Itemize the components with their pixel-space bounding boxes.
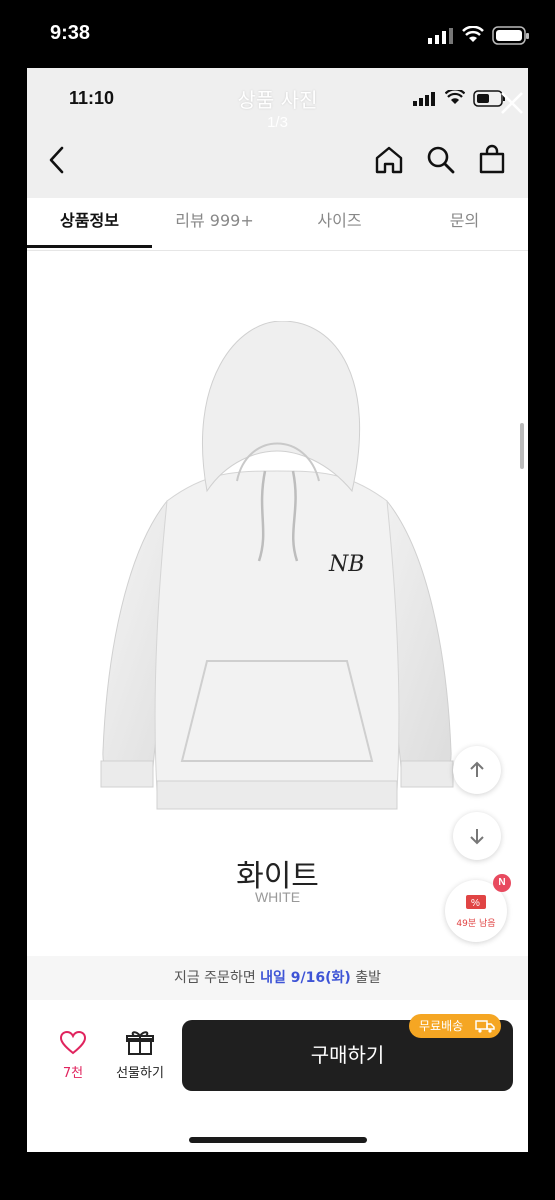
like-count: 7천 — [62, 1066, 84, 1081]
cart-icon[interactable] — [477, 144, 507, 176]
photo-viewer-header: 11:10 상품 사진 1/3 — [27, 68, 528, 198]
inner-wifi-icon — [445, 90, 465, 104]
free-shipping-badge: 무료배송 — [409, 1014, 501, 1038]
svg-text:%: % — [471, 898, 480, 909]
scrollbar[interactable] — [520, 423, 524, 469]
search-icon[interactable] — [425, 144, 457, 176]
photo-counter: 1/3 — [267, 114, 288, 131]
home-indicator[interactable] — [189, 1137, 367, 1143]
product-tabs: 상품정보 리뷰 999+ 사이즈 문의 — [27, 198, 528, 251]
product-image-area: NB 화이트 WHITE — [27, 251, 528, 956]
coupon-icon: % — [466, 895, 486, 909]
home-icon[interactable] — [373, 144, 405, 176]
back-icon[interactable] — [45, 144, 69, 176]
gift-button[interactable]: 선물하기 — [109, 1030, 171, 1081]
like-button[interactable]: 7천 — [53, 1030, 93, 1081]
outer-status-bar: 9:38 — [0, 0, 555, 68]
wifi-icon — [462, 26, 484, 42]
shipping-suffix: 출발 — [350, 970, 382, 986]
tab-inquiry[interactable]: 문의 — [402, 198, 527, 248]
truck-icon — [475, 1020, 495, 1033]
gift-icon — [126, 1031, 154, 1055]
close-icon[interactable] — [499, 90, 525, 116]
bottom-purchase-bar: 지금 주문하면 내일 9/16(화) 출발 7천 선물하기 구매하기 무료배송 — [27, 956, 528, 1152]
arrow-up-icon — [470, 761, 484, 777]
hoodie-logo: NB — [328, 552, 364, 577]
outer-clock: 9:38 — [50, 22, 91, 44]
free-shipping-label: 무료배송 — [419, 1019, 464, 1033]
gift-label: 선물하기 — [116, 1066, 164, 1081]
tab-size[interactable]: 사이즈 — [277, 198, 402, 248]
scroll-down-button[interactable] — [453, 812, 501, 860]
signal-icon — [428, 28, 453, 44]
shipping-date: 내일 9/16(화) — [260, 970, 351, 986]
battery-icon — [492, 26, 529, 45]
new-badge: N — [493, 874, 511, 892]
inner-signal-icon — [413, 92, 435, 106]
coupon-timer-text: 49분 남음 — [456, 919, 496, 929]
scroll-up-button[interactable] — [453, 746, 501, 794]
tab-reviews[interactable]: 리뷰 999+ — [152, 198, 277, 248]
shipping-notice: 지금 주문하면 내일 9/16(화) 출발 — [27, 956, 528, 1000]
shipping-prefix: 지금 주문하면 — [173, 970, 261, 986]
app-screen: 11:10 상품 사진 1/3 상품정보 리뷰 999+ 사이즈 문의 NB 화… — [27, 68, 528, 1152]
arrow-down-icon — [470, 829, 484, 845]
hoodie-image: NB — [100, 321, 454, 810]
heart-icon — [59, 1030, 87, 1055]
tab-product-info[interactable]: 상품정보 — [27, 198, 152, 248]
